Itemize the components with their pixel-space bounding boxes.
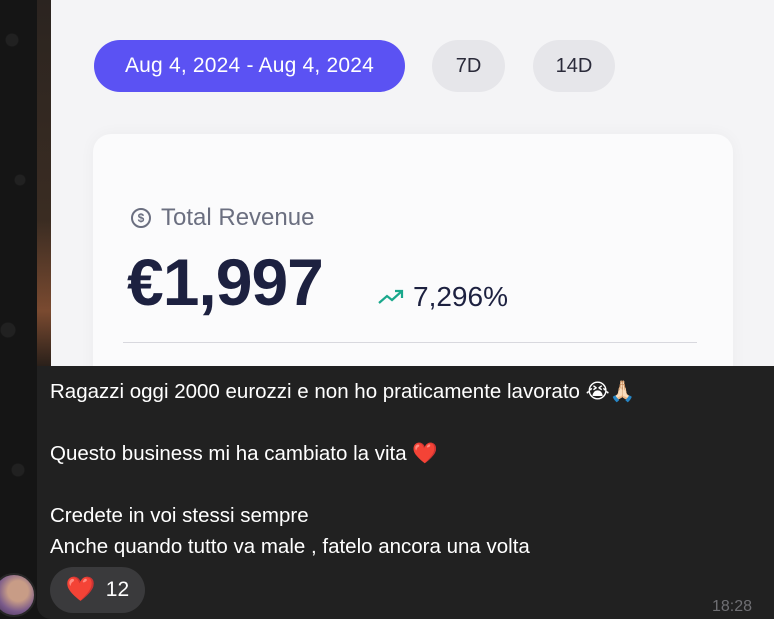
heart-icon: ❤️ bbox=[65, 576, 96, 603]
message-line: Anche quando tutto va male , fatelo anco… bbox=[50, 535, 530, 558]
card-divider bbox=[123, 342, 697, 343]
heart-reaction-button[interactable]: ❤️ 12 bbox=[50, 567, 145, 613]
message-line: Questo business mi ha cambiato la vita ❤… bbox=[50, 442, 438, 465]
trend-percentage: 7,296% bbox=[413, 281, 508, 312]
date-range-pill: Aug 4, 2024 - Aug 4, 2024 bbox=[94, 40, 405, 92]
range-7d-pill: 7D bbox=[432, 40, 505, 92]
reaction-count: 12 bbox=[105, 578, 130, 601]
message-line: Credete in voi stessi sempre bbox=[50, 504, 309, 527]
trend-row: 7,296% bbox=[377, 281, 508, 313]
revenue-label-row: $ Total Revenue bbox=[131, 204, 314, 232]
trend-up-icon bbox=[378, 289, 404, 304]
message-timestamp: 18:28 bbox=[711, 598, 752, 615]
message-text: Ragazzi oggi 2000 eurozzi e non ho prati… bbox=[50, 376, 765, 562]
photo-edge-strip bbox=[37, 0, 51, 366]
message-photo[interactable]: Aug 4, 2024 - Aug 4, 2024 7D 14D $ Total… bbox=[37, 0, 774, 366]
revenue-label: Total Revenue bbox=[161, 204, 315, 231]
range-14d-pill: 14D bbox=[533, 40, 615, 92]
revenue-value: €1,997 bbox=[127, 245, 324, 319]
message-line: Ragazzi oggi 2000 eurozzi e non ho prati… bbox=[50, 380, 636, 403]
dollar-circle-icon: $ bbox=[131, 208, 151, 228]
revenue-card: $ Total Revenue €1,997 7,296% bbox=[93, 134, 733, 366]
dashboard-screenshot: Aug 4, 2024 - Aug 4, 2024 7D 14D $ Total… bbox=[51, 0, 774, 366]
message-bubble[interactable]: Aug 4, 2024 - Aug 4, 2024 7D 14D $ Total… bbox=[37, 0, 774, 619]
